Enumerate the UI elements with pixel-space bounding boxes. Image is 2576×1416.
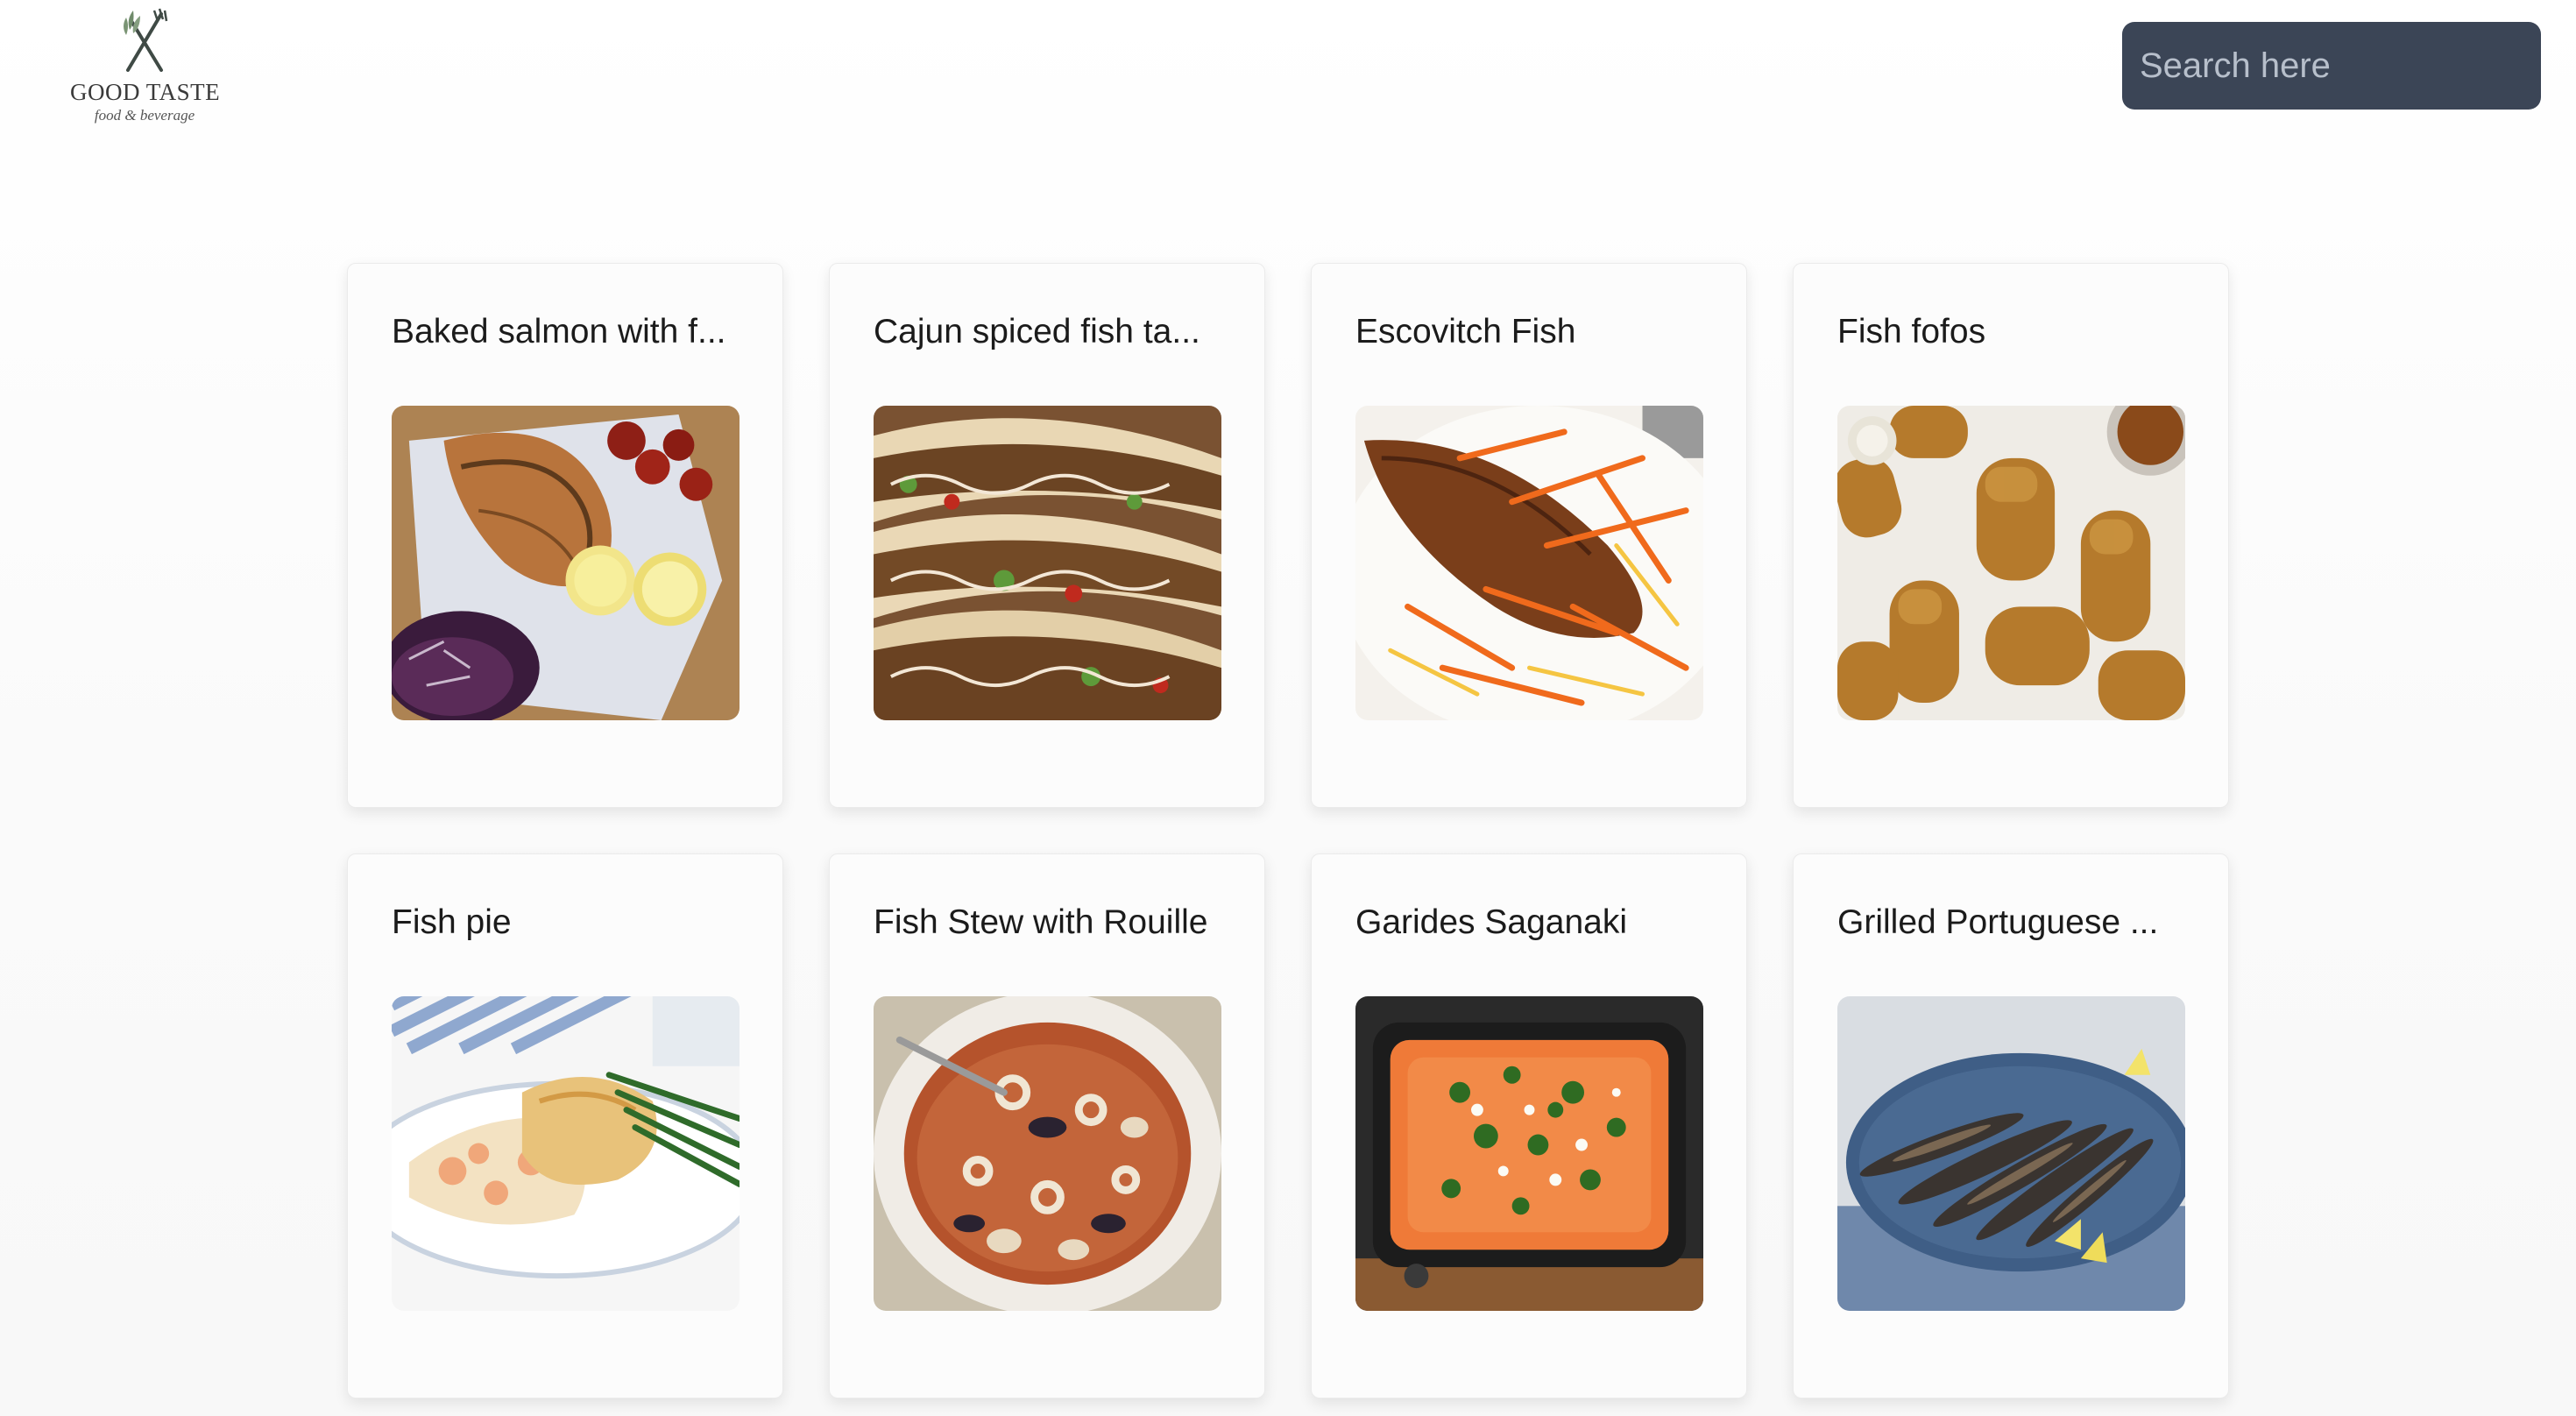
recipe-card-image[interactable]	[1355, 996, 1703, 1311]
recipe-card-title: Escovitch Fish	[1355, 313, 1576, 350]
recipe-card-title: Grilled Portuguese ...	[1837, 903, 2159, 941]
site-logo[interactable]: GOOD TASTE food & beverage	[70, 5, 221, 131]
baked-salmon-photo	[392, 406, 740, 720]
recipe-card-title: Garides Saganaki	[1355, 903, 1628, 941]
recipe-card-image[interactable]	[392, 996, 740, 1311]
logo-title: GOOD TASTE	[70, 79, 221, 105]
grilled-portuguese-sardines-photo	[1837, 996, 2185, 1311]
logo-subtitle: food & beverage	[94, 107, 195, 124]
recipe-card-image[interactable]	[1837, 406, 2185, 720]
fish-fofos-photo	[1837, 406, 2185, 720]
recipe-card[interactable]: Fish pie	[347, 853, 783, 1398]
search-input[interactable]	[2122, 22, 2541, 110]
recipe-card-title: Fish fofos	[1837, 313, 1986, 350]
cajun-fish-tacos-photo	[874, 406, 1221, 720]
recipe-card-image[interactable]	[392, 406, 740, 720]
recipe-card[interactable]: Baked salmon with f...	[347, 263, 783, 808]
fish-pie-photo	[392, 996, 740, 1311]
escovitch-fish-photo	[1355, 406, 1703, 720]
recipe-card-title: Cajun spiced fish ta...	[874, 313, 1200, 350]
fish-stew-photo	[874, 996, 1221, 1311]
recipe-card-title: Fish pie	[392, 903, 512, 941]
recipe-card[interactable]: Fish Stew with Rouille	[829, 853, 1265, 1398]
recipe-card-image[interactable]	[874, 996, 1221, 1311]
recipe-card-image[interactable]	[1837, 996, 2185, 1311]
recipe-card-title: Baked salmon with f...	[392, 313, 726, 350]
recipe-card[interactable]: Fish fofos	[1793, 263, 2229, 808]
fork-knife-herb-icon	[124, 8, 168, 72]
recipe-card[interactable]: Grilled Portuguese ...	[1793, 853, 2229, 1398]
recipe-card-title: Fish Stew with Rouille	[874, 903, 1208, 941]
garides-saganaki-photo	[1355, 996, 1703, 1311]
recipe-card-image[interactable]	[1355, 406, 1703, 720]
recipe-grid: Baked salmon with f... Cajun spiced fish…	[347, 263, 2229, 1398]
recipe-card[interactable]: Cajun spiced fish ta...	[829, 263, 1265, 808]
recipe-card[interactable]: Garides Saganaki	[1311, 853, 1747, 1398]
recipe-card-image[interactable]	[874, 406, 1221, 720]
recipe-card[interactable]: Escovitch Fish	[1311, 263, 1747, 808]
